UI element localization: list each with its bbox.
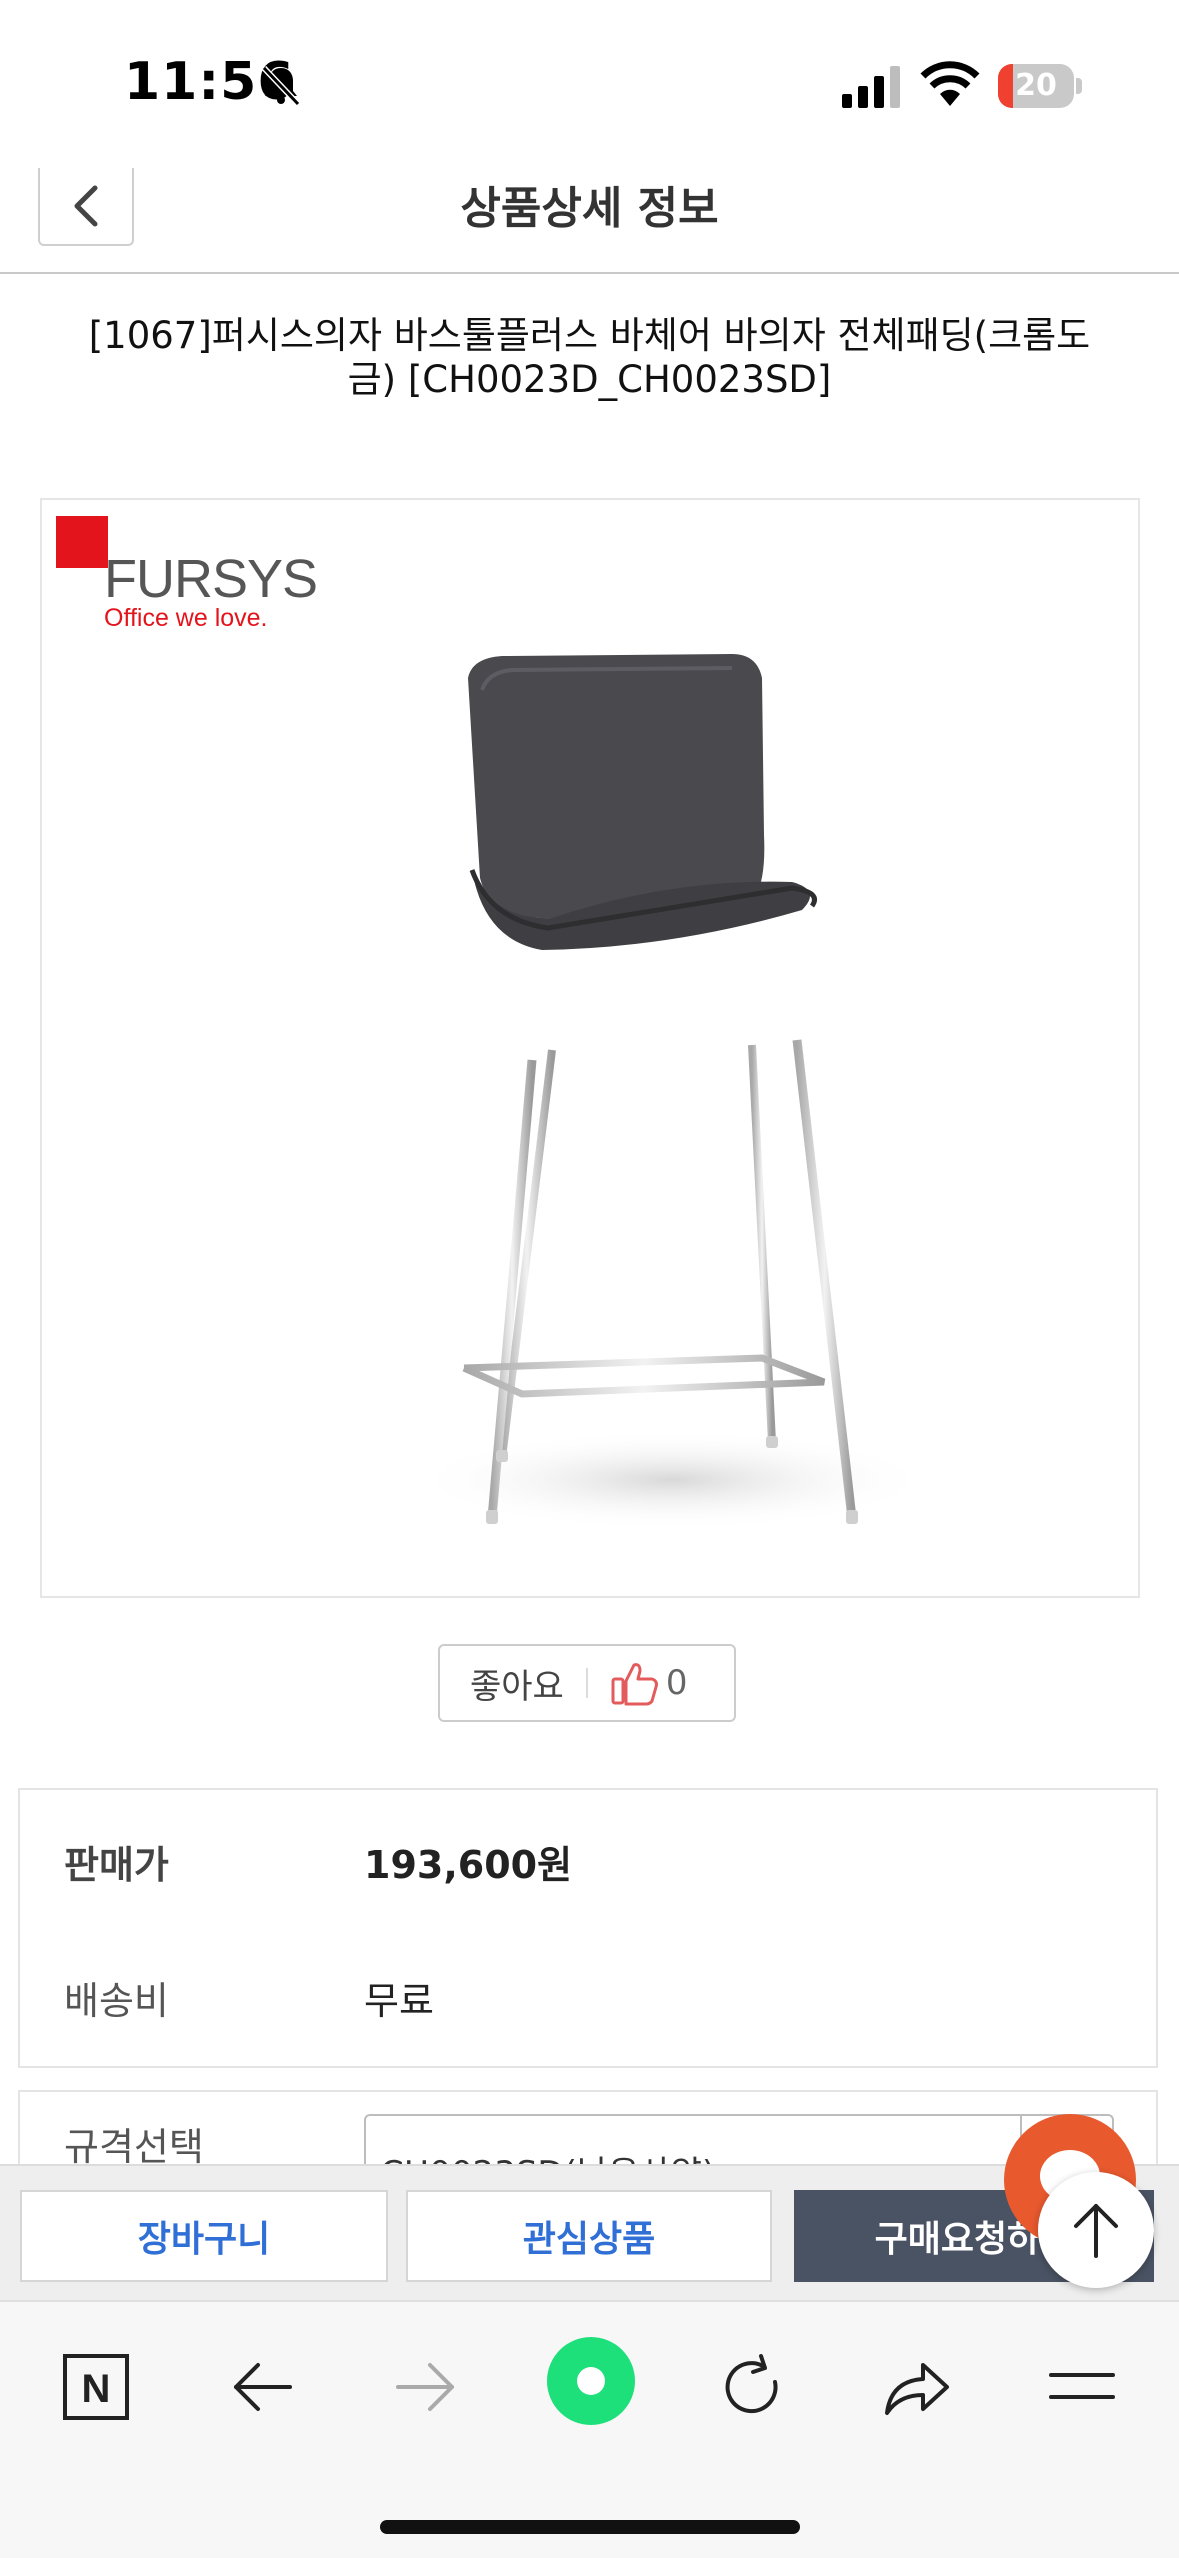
product-title: [1067]퍼시스의자 바스툴플러스 바체어 바의자 전체패딩(크롬도 금) [… [50, 314, 1129, 402]
brand-logo-mark [56, 516, 108, 568]
share-icon [885, 2363, 949, 2415]
naver-home-label: N [82, 2367, 111, 2411]
battery-level: 20 [1015, 68, 1057, 103]
like-count: 0 [665, 1663, 688, 1703]
browser-back-button[interactable] [220, 2345, 304, 2429]
battery-tip [1076, 78, 1082, 94]
share-button[interactable] [874, 2345, 958, 2429]
arrow-up-icon [1074, 2204, 1118, 2258]
purchase-action-bar: 장바구니 관심상품 구매요청하기 [0, 2164, 1179, 2302]
refresh-button[interactable] [710, 2345, 794, 2429]
price-value: 193,600원 [364, 1843, 573, 1887]
bell-muted-icon [261, 65, 301, 107]
product-image[interactable]: FURSYS Office we love. [40, 498, 1140, 1598]
naver-home-icon: N [63, 2354, 129, 2420]
battery-indicator: 20 [998, 64, 1074, 108]
product-title-line1: [1067]퍼시스의자 바스툴플러스 바체어 바의자 전체패딩(크롬도 [88, 314, 1091, 357]
green-dot-button[interactable] [546, 2336, 636, 2426]
home-indicator [380, 2520, 800, 2534]
cellular-signal-icon [842, 66, 900, 108]
wifi-icon [920, 61, 980, 106]
scroll-top-button[interactable] [1038, 2172, 1154, 2288]
price-label: 판매가 [64, 1843, 169, 1887]
back-arrow-icon [234, 2363, 292, 2411]
spec-label: 규격선택 [64, 2125, 204, 2169]
menu-icon [1049, 2373, 1115, 2399]
cart-button[interactable]: 장바구니 [20, 2190, 388, 2282]
browser-forward-button[interactable] [384, 2345, 468, 2429]
brand-tagline: Office we love. [104, 604, 268, 632]
like-label: 좋아요 [470, 1666, 564, 1707]
like-divider [585, 1668, 588, 1698]
like-button[interactable]: 좋아요 0 [438, 1644, 736, 1722]
forward-arrow-icon [396, 2363, 454, 2411]
header-divider [0, 272, 1179, 274]
wishlist-button[interactable]: 관심상품 [406, 2190, 772, 2282]
shipping-value: 무료 [364, 1979, 434, 2023]
browser-menu-button[interactable] [1040, 2345, 1124, 2429]
refresh-icon [725, 2354, 778, 2414]
price-info-box: 판매가 193,600원 배송비 무료 [18, 1788, 1158, 2068]
thumbs-up-icon [611, 1663, 658, 1706]
naver-home-button[interactable]: N [54, 2345, 138, 2429]
brand-logo-text: FURSYS [104, 549, 318, 609]
product-title-line2: 금) [CH0023D_CH0023SD] [347, 358, 832, 401]
bar-stool-illustration [412, 654, 932, 1530]
page-title: 상품상세 정보 [460, 183, 719, 234]
green-dot-icon [547, 2337, 635, 2425]
shipping-label: 배송비 [64, 1979, 169, 2023]
